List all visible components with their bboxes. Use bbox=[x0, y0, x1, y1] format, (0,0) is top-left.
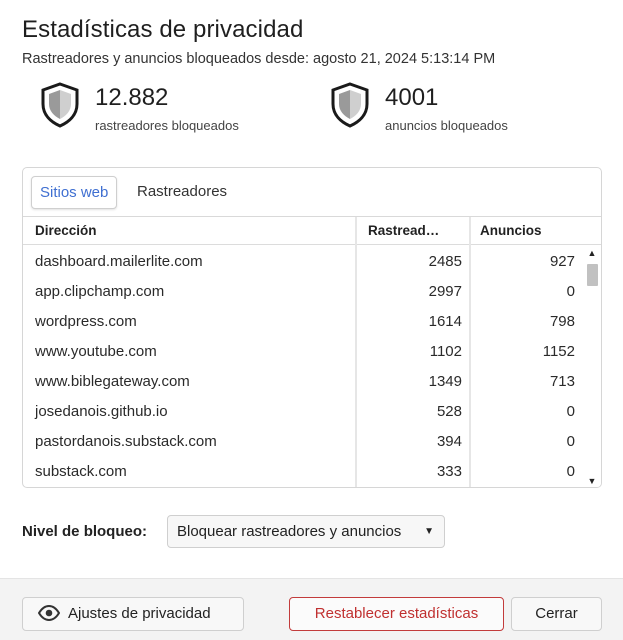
column-header-trackers[interactable]: Rastread… bbox=[368, 217, 468, 245]
table-header: Dirección Rastread… Anuncios bbox=[23, 217, 601, 245]
cell-address: dashboard.mailerlite.com bbox=[35, 253, 203, 270]
cell-ads: 798 bbox=[549, 313, 575, 330]
ads-blocked-count: 4001 bbox=[385, 84, 439, 111]
dialog-subtitle: Rastreadores y anuncios bloqueados desde… bbox=[22, 51, 496, 67]
tab-trackers[interactable]: Rastreadores bbox=[129, 176, 235, 209]
cell-trackers: 1349 bbox=[428, 373, 462, 390]
privacy-settings-label: Ajustes de privacidad bbox=[68, 605, 211, 622]
table-row[interactable]: substack.com 333 0 bbox=[23, 456, 583, 486]
table-row[interactable]: pastordanois.substack.com 394 0 bbox=[23, 426, 583, 456]
blocking-level-value: Bloquear rastreadores y anuncios bbox=[177, 523, 402, 540]
cell-ads: 0 bbox=[566, 463, 575, 480]
close-button[interactable]: Cerrar bbox=[511, 597, 602, 631]
trackers-blocked-label: rastreadores bloqueados bbox=[95, 118, 239, 133]
cell-address: josedanois.github.io bbox=[35, 403, 168, 420]
scroll-down-arrow-icon[interactable]: ▼ bbox=[587, 476, 597, 486]
privacy-stats-dialog: Estadísticas de privacidad Rastreadores … bbox=[0, 0, 623, 640]
table-row[interactable]: www.youtube.com 1102 1152 bbox=[23, 336, 583, 366]
cell-ads: 0 bbox=[566, 403, 575, 420]
blocking-level-label: Nivel de bloqueo: bbox=[22, 523, 148, 540]
cell-ads: 713 bbox=[549, 373, 575, 390]
cell-trackers: 394 bbox=[436, 433, 462, 450]
table-scrollbar[interactable]: ▲ ▼ bbox=[583, 246, 601, 487]
table-row[interactable]: wordpress.com 1614 798 bbox=[23, 306, 583, 336]
cell-trackers: 1614 bbox=[428, 313, 462, 330]
cell-address: pastordanois.substack.com bbox=[35, 433, 217, 450]
dialog-title: Estadísticas de privacidad bbox=[22, 16, 304, 43]
cell-address: app.clipchamp.com bbox=[35, 283, 165, 300]
table-row[interactable]: josedanois.github.io 528 0 bbox=[23, 396, 583, 426]
cell-address: www.youtube.com bbox=[35, 343, 157, 360]
cell-address: www.biblegateway.com bbox=[35, 373, 190, 390]
reset-stats-button[interactable]: Restablecer estadísticas bbox=[289, 597, 504, 631]
table-body: dashboard.mailerlite.com 2485 927 app.cl… bbox=[23, 246, 583, 487]
tab-websites[interactable]: Sitios web bbox=[31, 176, 118, 209]
trackers-blocked-count: 12.882 bbox=[95, 84, 169, 111]
cell-address: wordpress.com bbox=[35, 313, 137, 330]
cell-trackers: 1102 bbox=[429, 343, 462, 360]
cell-ads: 0 bbox=[566, 433, 575, 450]
cell-ads: 0 bbox=[566, 283, 575, 300]
column-header-ads[interactable]: Anuncios bbox=[480, 217, 580, 245]
cell-address: substack.com bbox=[35, 463, 127, 480]
eye-icon bbox=[38, 605, 60, 621]
cell-trackers: 2997 bbox=[428, 283, 462, 300]
dialog-footer: Ajustes de privacidad Restablecer estadí… bbox=[0, 578, 623, 640]
table-row[interactable]: dashboard.mailerlite.com 2485 927 bbox=[23, 246, 583, 276]
cell-trackers: 528 bbox=[436, 403, 462, 420]
table-row[interactable]: www.biblegateway.com 1349 713 bbox=[23, 366, 583, 396]
tab-bar: Sitios web Rastreadores bbox=[23, 168, 601, 217]
blocking-level-select[interactable]: Bloquear rastreadores y anuncios ▼ bbox=[167, 515, 445, 548]
blocking-level-row: Nivel de bloqueo: Bloquear rastreadores … bbox=[22, 515, 462, 548]
ads-blocked-label: anuncios bloqueados bbox=[385, 118, 508, 133]
cell-ads: 1152 bbox=[542, 343, 575, 360]
cell-trackers: 2485 bbox=[428, 253, 462, 270]
table-row[interactable]: app.clipchamp.com 2997 0 bbox=[23, 276, 583, 306]
shield-icon bbox=[331, 82, 369, 128]
scrollbar-thumb[interactable] bbox=[587, 264, 598, 286]
cell-ads: 927 bbox=[549, 253, 575, 270]
scroll-up-arrow-icon[interactable]: ▲ bbox=[587, 248, 597, 258]
stats-panel: Sitios web Rastreadores Dirección Rastre… bbox=[22, 167, 602, 488]
shield-icon bbox=[41, 82, 79, 128]
column-header-address[interactable]: Dirección bbox=[35, 217, 355, 245]
dropdown-caret-icon: ▼ bbox=[424, 526, 434, 537]
privacy-settings-button[interactable]: Ajustes de privacidad bbox=[22, 597, 244, 631]
cell-trackers: 333 bbox=[436, 463, 462, 480]
